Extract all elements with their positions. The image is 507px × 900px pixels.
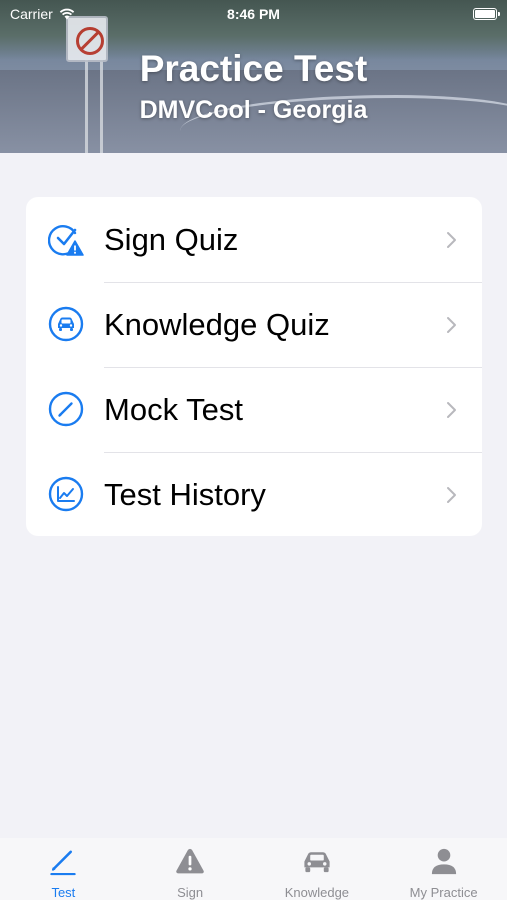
status-bar: Carrier 8:46 PM [0,0,507,28]
tab-my-practice[interactable]: My Practice [380,838,507,900]
menu-item-sign-quiz[interactable]: Sign Quiz [26,197,482,282]
menu-item-label: Mock Test [104,391,243,427]
tab-knowledge[interactable]: Knowledge [254,838,381,900]
person-icon [431,848,456,875]
menu-item-label: Sign Quiz [104,221,239,257]
pencil-icon [50,850,77,876]
menu-item-mock-test[interactable]: Mock Test [26,367,482,452]
menu-item-label: Knowledge Quiz [104,306,330,342]
checkmark-warning-icon [48,225,84,256]
chart-circle-icon [48,476,84,512]
warning-icon [176,848,204,874]
page-title: Practice Test [139,48,368,89]
header-banner: Carrier 8:46 PM Practice Test DMVCool - … [0,0,507,153]
page-subtitle: DMVCool - Georgia [139,96,368,124]
chevron-right-icon [447,232,456,248]
battery-icon [473,8,500,20]
tab-label: Test [51,885,76,900]
status-time: 8:46 PM [227,6,280,22]
pencil-circle-icon [48,391,84,427]
tab-label: Sign [177,885,204,900]
chevron-right-icon [447,402,456,418]
car-icon [304,852,330,873]
chevron-right-icon [447,317,456,333]
menu-item-label: Test History [104,476,266,512]
tab-bar: Test Sign Knowledge My Practice [0,838,507,900]
tab-label: My Practice [409,885,478,900]
menu-item-knowledge-quiz[interactable]: Knowledge Quiz [26,282,482,367]
chevron-right-icon [447,487,456,503]
tab-test[interactable]: Test [0,838,127,900]
tab-sign[interactable]: Sign [127,838,254,900]
menu-card: Sign Quiz Knowledge Quiz Mock Test Test … [26,197,482,536]
car-circle-icon [48,306,84,342]
menu-item-test-history[interactable]: Test History [26,452,482,536]
tab-label: Knowledge [284,885,350,900]
